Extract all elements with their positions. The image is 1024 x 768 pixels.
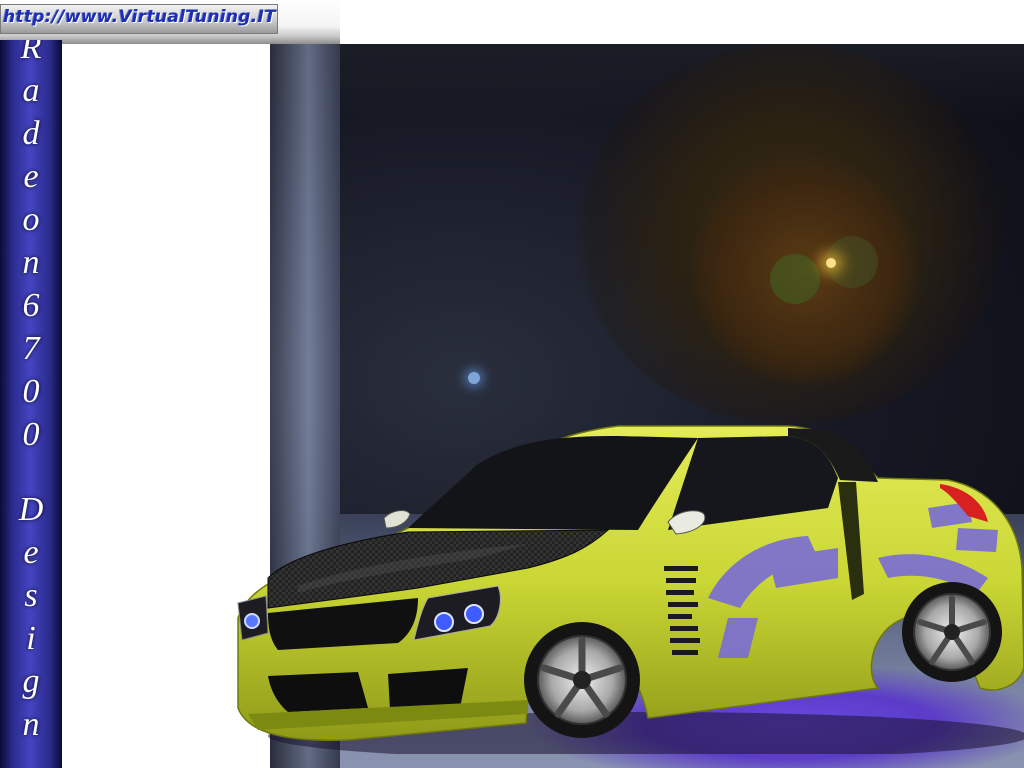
title-letter: D bbox=[18, 491, 44, 528]
title-letter: 6 bbox=[22, 287, 40, 324]
right-headlight-ring-1 bbox=[434, 612, 454, 632]
vertical-title: R a d e o n 6 7 0 0 D e s i g n bbox=[0, 40, 62, 746]
title-letter: R bbox=[20, 40, 42, 66]
tuned-car-illustration bbox=[237, 425, 1024, 754]
front-mirror bbox=[383, 510, 411, 529]
lens-flare-core bbox=[826, 258, 836, 268]
lower-intake bbox=[268, 672, 368, 712]
rear-wheel bbox=[902, 582, 1002, 682]
title-letter: n bbox=[22, 244, 40, 281]
title-gap bbox=[0, 456, 62, 488]
blue-light-spot bbox=[468, 372, 480, 384]
title-letter: 0 bbox=[22, 373, 40, 410]
title-letter: 7 bbox=[22, 330, 40, 367]
url-plate[interactable]: http://www.VirtualTuning.IT bbox=[0, 4, 278, 34]
vertical-title-bar: R a d e o n 6 7 0 0 D e s i g n bbox=[0, 40, 62, 768]
title-letter: n bbox=[22, 706, 40, 743]
title-letter: i bbox=[26, 620, 36, 657]
lens-flare-green-spot bbox=[770, 254, 820, 304]
title-letter: g bbox=[22, 663, 40, 700]
front-wheel bbox=[524, 622, 640, 738]
site-banner: http://www.VirtualTuning.IT bbox=[0, 0, 340, 44]
title-letter: d bbox=[22, 115, 40, 152]
url-text: http://www.VirtualTuning.IT bbox=[3, 7, 277, 27]
title-letter: s bbox=[24, 577, 38, 614]
right-headlight-ring-2 bbox=[464, 604, 484, 624]
title-letter: 0 bbox=[22, 416, 40, 453]
title-letter: a bbox=[22, 72, 40, 109]
left-headlight-ring bbox=[244, 613, 260, 629]
title-letter: e bbox=[23, 158, 39, 195]
title-letter: e bbox=[23, 534, 39, 571]
title-letter: o bbox=[22, 201, 40, 238]
